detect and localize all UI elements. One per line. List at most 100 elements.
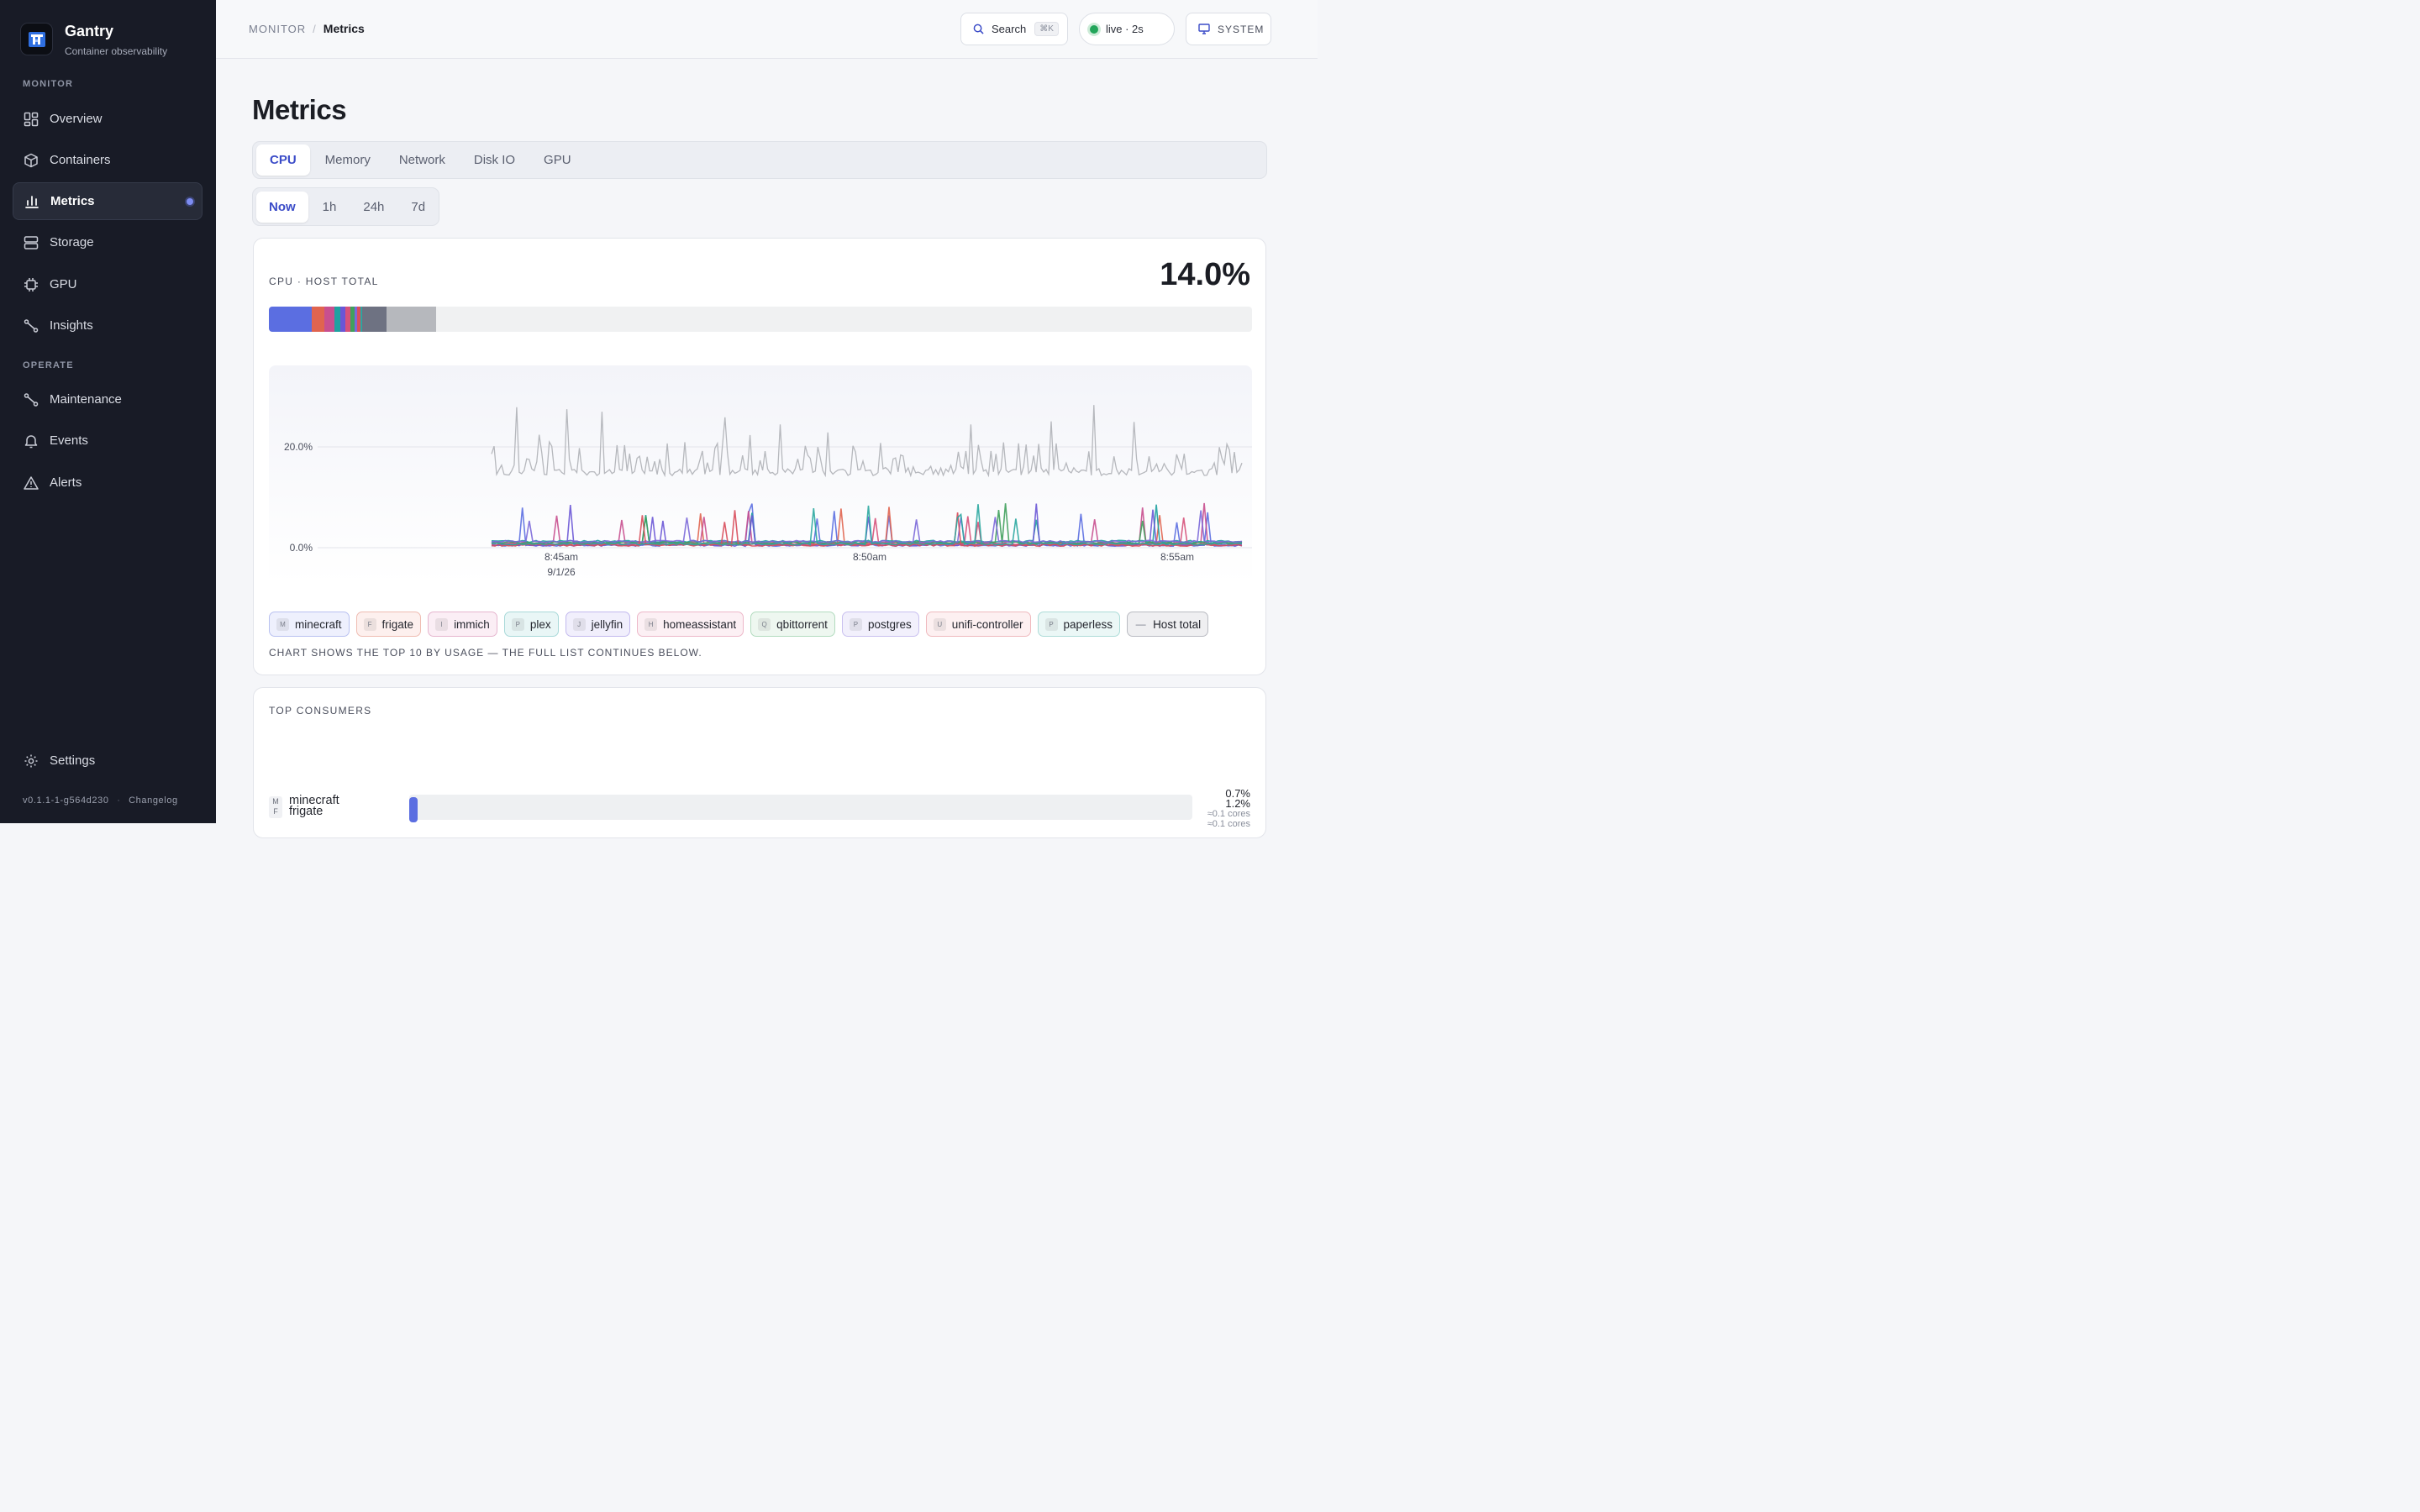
consumer-badge: MF [269,796,282,818]
y-tick-label: 0.0% [290,542,313,554]
time-range-selector: Now 1h 24h 7d [252,187,439,226]
legend-label: paperless [1063,617,1113,631]
active-indicator-dot [187,198,193,205]
brand-name: Gantry [65,23,114,39]
brand[interactable]: Gantry Container observability [20,23,167,57]
sidebar-item-insights[interactable]: Insights [13,307,203,344]
stack-segment-plex [334,307,341,332]
sidebar-item-settings[interactable]: Settings [13,742,203,780]
gear-icon [23,753,39,769]
legend-chip[interactable]: Jjellyfin [565,612,631,637]
sidebar-item-overview[interactable]: Overview [13,100,203,138]
range-now[interactable]: Now [256,191,308,223]
cpu-stacked-bar [269,307,1252,332]
sidebar-item-maintenance[interactable]: Maintenance [13,381,203,418]
live-status-dot [1090,24,1098,34]
legend-chip[interactable]: Ppaperless [1037,612,1121,637]
series-paperless [491,504,1243,546]
theme-toggle[interactable]: SYSTEM [1186,13,1271,45]
chart-note: CHART SHOWS THE TOP 10 BY USAGE — THE FU… [269,647,702,659]
legend-chip[interactable]: Iimmich [428,612,497,637]
database-icon [23,234,39,251]
legend-chip[interactable]: Qqbittorrent [750,612,835,637]
sidebar-item-label: Maintenance [50,392,122,407]
legend-chip[interactable]: Uunifi-controller [925,612,1031,637]
legend-badge: P [849,617,862,631]
sidebar-item-metrics[interactable]: Metrics [13,182,203,220]
changelog-link[interactable]: Changelog [129,795,178,806]
tab-memory[interactable]: Memory [312,144,384,176]
breadcrumb-root[interactable]: MONITOR [249,23,306,35]
grid-icon [23,111,39,128]
sidebar-item-events[interactable]: Events [13,422,203,459]
legend-chip[interactable]: Pplex [503,612,559,637]
search-button[interactable]: Search ⌘K [960,13,1068,45]
y-tick-label: 20.0% [284,441,313,453]
legend-label: qbittorrent [776,617,828,631]
sidebar-item-containers[interactable]: Containers [13,141,203,179]
stack-segment-frigate [312,307,324,332]
legend-chip[interactable]: Mminecraft [269,612,350,637]
page-title: Metrics [252,94,347,125]
legend-badge: I [435,617,449,631]
sidebar-item-label: Insights [50,318,93,333]
search-shortcut: ⌘K [1034,22,1059,36]
sidebar-item-label: Events [50,433,88,448]
stack-segment-other [362,307,387,332]
sidebar-footer: v0.1.1-1-g564d230 · Changelog [23,795,178,806]
range-1h[interactable]: 1h [310,192,350,223]
tab-cpu[interactable]: CPU [256,144,310,176]
chip-icon [23,276,39,293]
legend-label: unifi-controller [951,617,1023,631]
legend-label: immich [454,617,490,631]
consumer-bar-fill [409,797,418,822]
legend-chip[interactable]: Ppostgres [841,612,919,637]
consumer-bar-track [409,795,1192,822]
sidebar-item-label: GPU [50,277,77,291]
stack-segment-immich [324,307,335,332]
monitor-icon [1198,24,1210,34]
legend-chip[interactable]: Hhomeassistant [637,612,744,637]
search-icon [973,24,984,34]
live-status-toggle[interactable]: live · 2s [1079,13,1175,45]
legend-label: frigate [381,617,414,631]
legend-label: Host total [1153,617,1202,631]
theme-label: SYSTEM [1218,23,1265,35]
cpu-total-value: 14.0% [1160,257,1250,292]
consumer-names: minecraft frigate [289,794,339,818]
breadcrumb: MONITOR / Metrics [249,22,365,35]
legend-badge: — [1135,618,1146,630]
legend-badge: F [363,617,376,631]
bell-icon [23,433,39,449]
range-24h[interactable]: 24h [350,192,397,223]
stack-segment-minecraft [269,307,313,332]
legend-badge: Q [758,617,771,631]
top-consumers-title: TOP CONSUMERS [269,705,372,717]
range-7d[interactable]: 7d [398,192,438,223]
consumer-values: 0.7% 1.2% ≈0.1 cores ≈0.1 cores [1207,787,1250,829]
tab-gpu[interactable]: GPU [530,144,585,176]
tab-network[interactable]: Network [386,144,459,176]
sidebar-item-alerts[interactable]: Alerts [13,464,203,501]
section-label-monitor: MONITOR [23,79,74,89]
cpu-chart: 20.0% 0.0% 8:45am 8:50am 8:55am 9/1/26 [269,365,1252,584]
sidebar-item-label: Alerts [50,475,82,490]
chart-legend: Mminecraft Ffrigate Iimmich Pplex Jjellyfin H… [269,612,1215,637]
tab-disk-io[interactable]: Disk IO [460,144,529,176]
legend-badge: M [276,617,289,631]
cpu-line-chart: 20.0% 0.0% 8:45am 8:50am 8:55am 9/1/26 [284,405,1252,578]
legend-label: jellyfin [591,617,623,631]
live-status-label: live · 2s [1106,23,1144,35]
legend-label: postgres [867,617,912,631]
cpu-card-title: CPU · HOST TOTAL [269,276,379,287]
legend-badge: J [572,617,586,631]
topbar: MONITOR / Metrics Search ⌘K live · 2s SYST… [216,0,1318,59]
legend-chip[interactable]: Ffrigate [355,612,422,637]
route-icon [23,318,39,334]
bar-chart-icon [24,193,40,210]
sidebar-item-label: Containers [50,153,111,167]
sidebar-item-storage[interactable]: Storage [13,223,203,261]
legend-label: minecraft [295,617,342,631]
legend-chip[interactable]: — Host total [1127,612,1209,637]
sidebar-item-gpu[interactable]: GPU [13,265,203,303]
